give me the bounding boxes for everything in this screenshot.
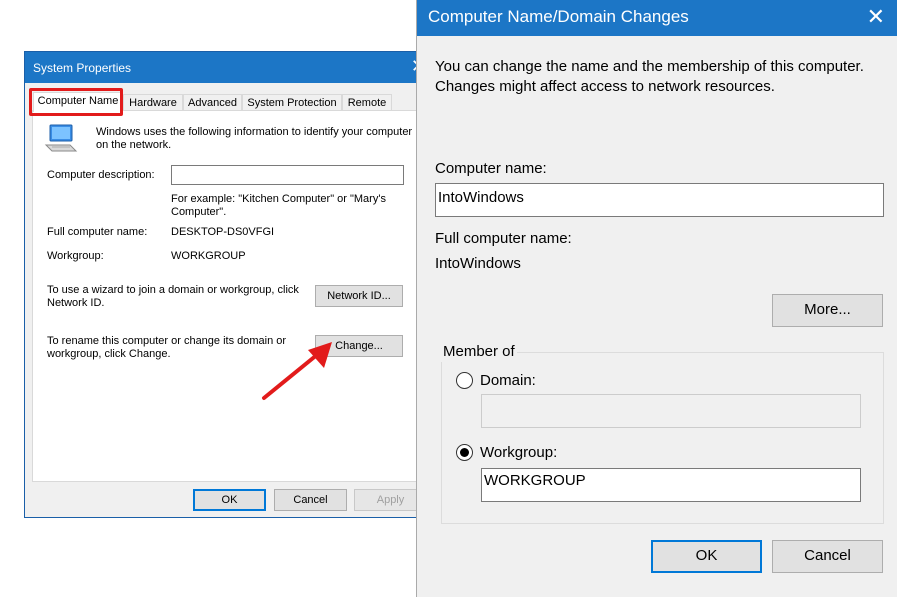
network-id-button[interactable]: Network ID... (315, 285, 403, 307)
cancel-button[interactable]: Cancel (772, 540, 883, 573)
full-computer-name-label: Full computer name: (47, 226, 148, 238)
member-of-label: Member of (441, 342, 517, 362)
computer-name-domain-changes-dialog: Computer Name/Domain Changes ✕ You can c… (416, 0, 897, 597)
computer-name-label: Computer name: (435, 160, 547, 177)
system-properties-title: System Properties (33, 61, 132, 75)
red-arrow-annotation (262, 342, 332, 400)
intro-text: Windows uses the following information t… (96, 126, 413, 151)
cancel-button[interactable]: Cancel (274, 489, 347, 511)
full-computer-name-value: DESKTOP-DS0VFGI (171, 226, 275, 238)
example-text: For example: "Kitchen Computer" or "Mary… (171, 193, 386, 218)
domain-label: Domain: (480, 372, 536, 389)
close-icon[interactable]: ✕ (867, 4, 885, 30)
computer-icon (44, 124, 78, 152)
domain-input[interactable] (481, 394, 861, 428)
ok-button[interactable]: OK (651, 540, 762, 573)
computer-name-panel: Windows uses the following information t… (32, 110, 428, 482)
workgroup-label: Workgroup: (47, 250, 104, 262)
radio-selected-dot (460, 448, 469, 457)
more-button[interactable]: More... (772, 294, 883, 327)
system-properties-titlebar: System Properties ✕ (25, 52, 434, 83)
domain-changes-titlebar: Computer Name/Domain Changes ✕ (417, 0, 897, 36)
computer-name-input[interactable]: IntoWindows (435, 183, 884, 217)
full-computer-name-label: Full computer name: (435, 230, 572, 247)
computer-description-label: Computer description: (47, 169, 155, 181)
domain-changes-title: Computer Name/Domain Changes (428, 7, 689, 26)
tab-remote[interactable]: Remote (342, 94, 392, 111)
tab-hardware[interactable]: Hardware (123, 94, 183, 111)
workgroup-input[interactable]: WORKGROUP (481, 468, 861, 502)
full-computer-name-value: IntoWindows (435, 255, 521, 272)
tab-advanced[interactable]: Advanced (183, 94, 242, 111)
workgroup-label: Workgroup: (480, 444, 558, 461)
workgroup-radio[interactable] (456, 444, 473, 461)
tab-system-protection[interactable]: System Protection (242, 94, 342, 111)
network-id-text: To use a wizard to join a domain or work… (47, 284, 299, 309)
computer-description-input[interactable] (171, 165, 404, 185)
workgroup-value: WORKGROUP (171, 250, 246, 262)
tab-highlight-box (29, 88, 123, 116)
domain-changes-intro: You can change the name and the membersh… (435, 58, 864, 95)
domain-radio[interactable] (456, 372, 473, 389)
ok-button[interactable]: OK (193, 489, 266, 511)
system-properties-dialog: System Properties ✕ Computer Name Hardwa… (24, 51, 435, 518)
